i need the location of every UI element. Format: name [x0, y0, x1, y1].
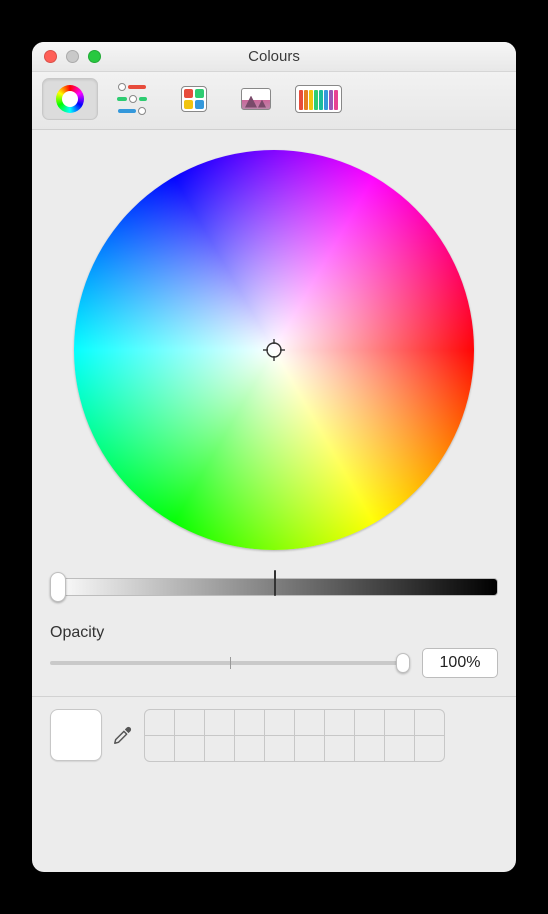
palette-icon: [181, 86, 207, 112]
swatch-cell[interactable]: [144, 709, 175, 736]
swatch-cell[interactable]: [294, 735, 325, 762]
tab-image-palettes[interactable]: [228, 78, 284, 120]
swatch-cell[interactable]: [384, 709, 415, 736]
tab-colour-sliders[interactable]: [104, 78, 160, 120]
opacity-label: Opacity: [50, 624, 498, 642]
colours-window: Colours: [32, 42, 516, 872]
brightness-slider[interactable]: [50, 572, 498, 602]
colour-wheel-icon: [56, 85, 84, 113]
swatch-cell[interactable]: [264, 709, 295, 736]
brightness-thumb[interactable]: [50, 572, 66, 602]
saved-swatches-grid[interactable]: [144, 709, 444, 761]
swatch-cell[interactable]: [264, 735, 295, 762]
swatch-cell[interactable]: [354, 709, 385, 736]
swatch-cell[interactable]: [294, 709, 325, 736]
image-icon: [241, 88, 271, 110]
divider: [32, 696, 516, 697]
swatch-cell[interactable]: [234, 735, 265, 762]
eyedropper-button[interactable]: [112, 724, 134, 746]
swatch-cell[interactable]: [414, 735, 445, 762]
swatch-cell[interactable]: [324, 735, 355, 762]
content-area: Opacity 100%: [32, 130, 516, 872]
opacity-field[interactable]: 100%: [422, 648, 498, 678]
picker-mode-toolbar: [32, 72, 516, 130]
eyedropper-icon: [112, 724, 134, 746]
tab-colour-wheel[interactable]: [42, 78, 98, 120]
tab-pencils[interactable]: [290, 78, 346, 120]
swatch-cell[interactable]: [204, 709, 235, 736]
swatch-cell[interactable]: [234, 709, 265, 736]
swatch-cell[interactable]: [144, 735, 175, 762]
brightness-tick: [274, 570, 276, 596]
colour-wheel-crosshair-icon: [263, 339, 285, 361]
opacity-tick: [230, 657, 231, 669]
tab-colour-palettes[interactable]: [166, 78, 222, 120]
swatch-cell[interactable]: [384, 735, 415, 762]
colour-wheel[interactable]: [74, 150, 474, 550]
current-colour-swatch[interactable]: [50, 709, 102, 761]
opacity-thumb[interactable]: [396, 653, 410, 673]
window-title: Colours: [32, 48, 516, 65]
swatch-cell[interactable]: [204, 735, 235, 762]
opacity-slider[interactable]: [50, 651, 410, 675]
swatch-cell[interactable]: [174, 709, 205, 736]
titlebar: Colours: [32, 42, 516, 72]
swatch-cell[interactable]: [414, 709, 445, 736]
pencils-icon: [295, 85, 342, 113]
swatch-cell[interactable]: [324, 709, 355, 736]
sliders-icon: [115, 84, 149, 114]
swatch-cell[interactable]: [174, 735, 205, 762]
opacity-value: 100%: [440, 654, 481, 672]
swatch-cell[interactable]: [354, 735, 385, 762]
